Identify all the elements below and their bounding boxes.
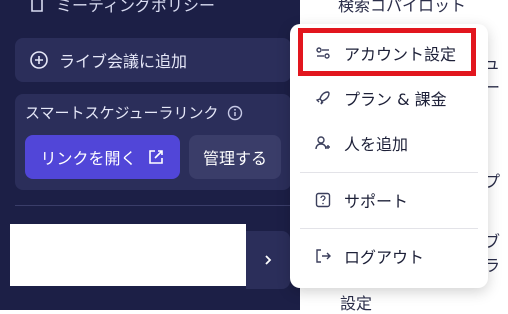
plus-circle-icon	[30, 51, 48, 69]
help-icon	[315, 192, 331, 208]
logout-icon	[316, 249, 331, 263]
menu-item-support[interactable]: サポート	[290, 180, 488, 220]
smart-scheduler-label: スマートスケジューラリンク	[25, 104, 219, 122]
open-link-label: リンクを開く	[40, 149, 137, 168]
smart-scheduler-title: スマートスケジューラリンク	[25, 102, 243, 123]
smart-scheduler-panel: スマートスケジューラリンク リンクを開く 管理する	[15, 94, 291, 190]
add-person-icon	[315, 136, 330, 150]
menu-item-label: プラン & 課金	[344, 90, 447, 109]
meeting-policy-label: ミーティングポリシー	[56, 0, 216, 15]
bg-fragment-4: 設定	[340, 294, 373, 313]
redacted-block	[10, 224, 246, 286]
menu-divider	[300, 228, 478, 229]
external-link-icon	[148, 150, 163, 164]
menu-item-label: サポート	[344, 192, 409, 211]
sidebar: ミーティングポリシー ライブ会議に追加 スマートスケジューラリンク リンクを開く…	[0, 0, 300, 310]
chevron-right-icon	[265, 255, 272, 265]
open-link-button[interactable]: リンクを開く	[25, 135, 180, 179]
add-to-live-meeting-button[interactable]: ライブ会議に追加	[15, 38, 291, 82]
menu-item-add-person[interactable]: 人を追加	[290, 123, 488, 163]
rocket-icon	[315, 91, 330, 105]
menu-item-label: 人を追加	[344, 135, 409, 154]
search-copilot-text: 検索コパイロット	[338, 0, 467, 15]
info-icon[interactable]	[227, 105, 243, 121]
menu-item-logout[interactable]: ログアウト	[290, 236, 488, 276]
menu-item-plan-billing[interactable]: プラン & 課金	[290, 78, 488, 118]
sidebar-divider	[15, 205, 291, 206]
menu-item-label: ログアウト	[344, 248, 425, 267]
document-edit-icon	[31, 0, 43, 12]
meeting-policy-item[interactable]: ミーティングポリシー	[28, 0, 215, 18]
highlight-box	[298, 28, 476, 76]
menu-divider	[300, 172, 478, 173]
manage-label: 管理する	[202, 149, 267, 168]
expand-chevron-button[interactable]	[246, 231, 290, 289]
add-live-label: ライブ会議に追加	[59, 52, 188, 71]
manage-button[interactable]: 管理する	[189, 135, 281, 179]
